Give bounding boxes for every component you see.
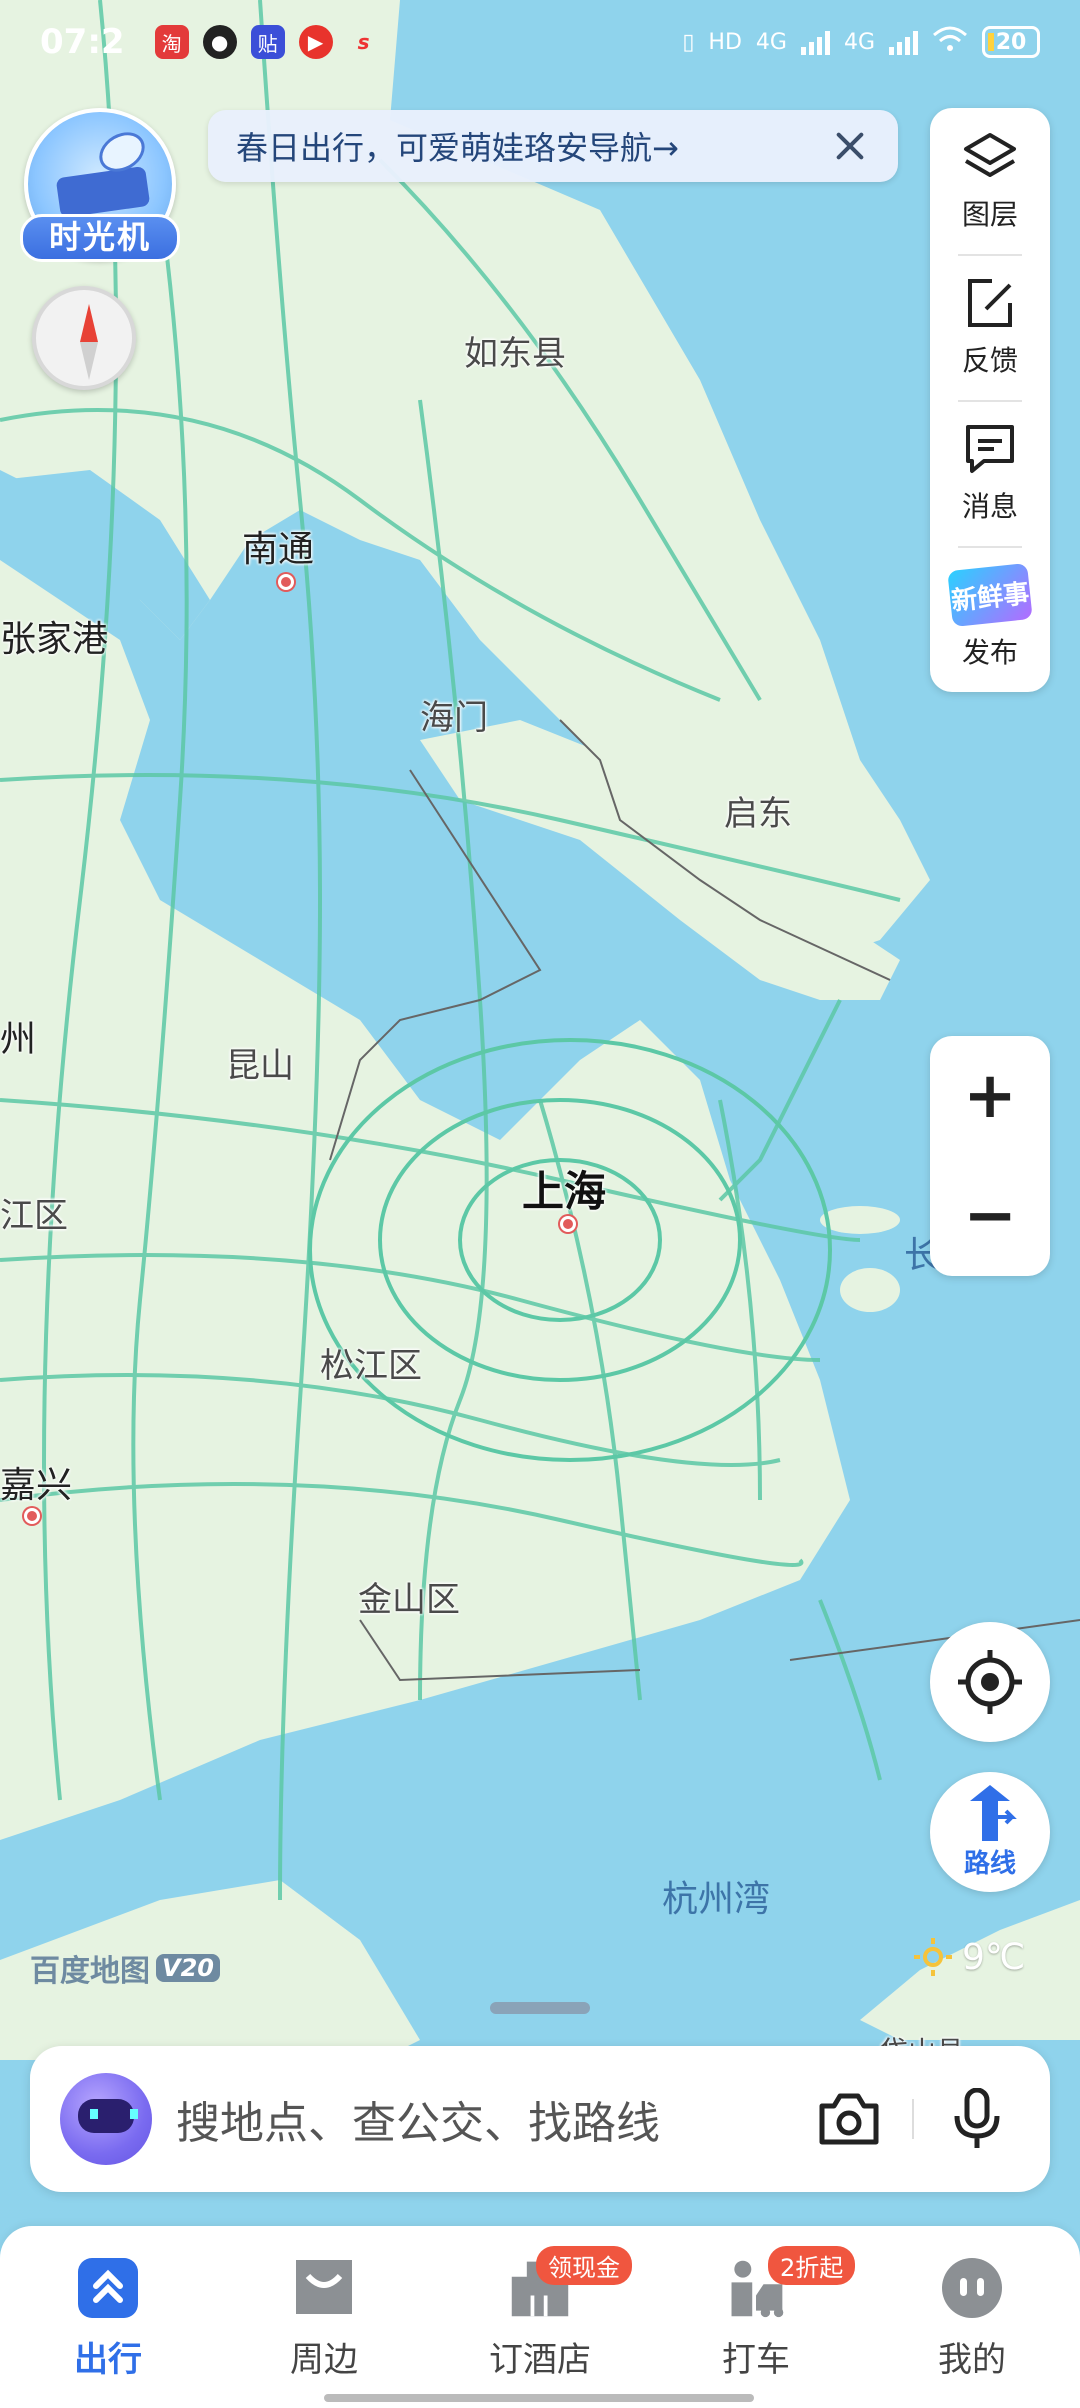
profile-icon xyxy=(940,2256,1004,2320)
map-label-jiangqu[interactable]: 江区 xyxy=(0,1188,68,1237)
compass-button[interactable] xyxy=(32,286,136,390)
city-dot-shanghai xyxy=(560,1216,576,1232)
route-label: 路线 xyxy=(963,1848,1016,1879)
time-machine-label: 时光机 xyxy=(20,214,180,262)
locate-button[interactable] xyxy=(930,1622,1050,1742)
message-icon xyxy=(962,421,1018,477)
taxi-promo-badge: 2折起 xyxy=(768,2246,856,2285)
publish-label: 发布 xyxy=(961,636,1018,669)
messages-button[interactable]: 消息 xyxy=(930,400,1050,546)
route-button[interactable]: 路线 xyxy=(930,1772,1050,1892)
publish-button[interactable]: 新鲜事 发布 xyxy=(930,546,1050,692)
zoom-in-button[interactable]: + xyxy=(930,1036,1050,1156)
penguin-app-icon: ● xyxy=(202,25,237,59)
map-label-songjiang[interactable]: 松江区 xyxy=(320,1338,422,1387)
hotel-promo-badge: 领现金 xyxy=(536,2246,632,2285)
map-label-kunshan[interactable]: 昆山 xyxy=(226,1038,294,1087)
sina-app-icon: s xyxy=(357,30,370,54)
hd-icon: HD xyxy=(708,29,742,55)
search-input[interactable]: 搜地点、查公交、找路线 xyxy=(176,2087,816,2151)
nav-tab-travel[interactable]: 出行 xyxy=(28,2256,188,2386)
map-label-zhou[interactable]: 州 xyxy=(0,1010,36,1062)
feedback-label: 反馈 xyxy=(961,344,1018,377)
temperature: 9℃ xyxy=(962,1936,1026,1978)
ai-assistant-avatar[interactable] xyxy=(60,2073,152,2165)
map-label-hangzhouwan: 杭州湾 xyxy=(662,1879,771,1920)
zoom-out-button[interactable]: − xyxy=(930,1156,1050,1276)
feedback-button[interactable]: 反馈 xyxy=(930,254,1050,400)
haze-icon xyxy=(914,1938,952,1976)
video-app-icon: ▶ xyxy=(298,25,333,59)
search-divider xyxy=(912,2099,914,2139)
close-icon[interactable] xyxy=(830,126,870,166)
promo-banner[interactable]: 春日出行，可爱萌娃珞安导航→ xyxy=(208,110,898,182)
nav-tab-nearby[interactable]: 周边 xyxy=(244,2256,404,2386)
nav-label: 订酒店 xyxy=(489,2340,591,2380)
nav-label: 周边 xyxy=(290,2340,358,2380)
nav-label: 出行 xyxy=(74,2340,142,2380)
nav-label: 打车 xyxy=(722,2340,790,2380)
network-label-1: 4G xyxy=(755,29,787,55)
promo-banner-text[interactable]: 春日出行，可爱萌娃珞安导航→ xyxy=(236,123,830,169)
status-bar: 07:2 淘 ● 贴 ▶ s ▯ HD 4G 4G 20 xyxy=(0,0,1080,84)
crosshair-icon xyxy=(958,1650,1022,1714)
city-dot-jiaxing xyxy=(24,1508,40,1524)
travel-icon xyxy=(76,2256,140,2320)
battery-level: 20 xyxy=(995,29,1027,55)
publish-badge: 新鲜事 xyxy=(949,578,1031,617)
route-arrow-icon xyxy=(970,1784,1017,1841)
nearby-icon xyxy=(292,2256,356,2320)
layers-button[interactable]: 图层 xyxy=(930,108,1050,254)
microphone-icon[interactable] xyxy=(944,2086,1010,2152)
brand-text: 百度地图 xyxy=(30,1954,150,1989)
panel-drag-handle[interactable] xyxy=(490,2002,590,2014)
compass-south-icon xyxy=(80,342,98,380)
map-label-haimen[interactable]: 海门 xyxy=(420,690,488,739)
layers-label: 图层 xyxy=(961,198,1018,231)
taobao-app-icon: 淘 xyxy=(154,25,189,59)
nav-tab-taxi[interactable]: 2折起 打车 xyxy=(676,2246,856,2386)
publish-icon: 新鲜事 xyxy=(947,562,1033,628)
map-label-zhangjiagang[interactable]: 张家港 xyxy=(0,610,108,662)
search-bar[interactable]: 搜地点、查公交、找路线 xyxy=(30,2046,1050,2192)
edit-icon xyxy=(962,275,1018,331)
battery-icon: 20 xyxy=(982,26,1040,58)
map-label-nantong[interactable]: 南通 xyxy=(242,520,314,572)
city-dot-nantong xyxy=(278,574,294,590)
map-tool-panel: 图层 反馈 消息 新鲜事 发布 xyxy=(930,108,1050,692)
time-machine-button[interactable]: 时光机 xyxy=(20,108,180,262)
camera-icon[interactable] xyxy=(816,2086,882,2152)
status-indicators: ▯ HD 4G 4G 20 xyxy=(682,25,1040,59)
network-label-2: 4G xyxy=(843,29,875,55)
nav-tab-profile[interactable]: 我的 xyxy=(892,2256,1052,2386)
compass-north-icon xyxy=(80,304,98,342)
map-label-shanghai[interactable]: 上海 xyxy=(522,1158,606,1219)
map-label-jiaxing[interactable]: 嘉兴 xyxy=(0,1456,72,1508)
layers-icon xyxy=(962,129,1018,185)
map-label-rudong[interactable]: 如东县 xyxy=(464,326,566,375)
nav-tab-hotel[interactable]: 领现金 订酒店 xyxy=(460,2246,632,2386)
wifi-icon xyxy=(932,25,968,59)
weather-widget[interactable]: 9℃ xyxy=(912,1936,1025,1978)
map-label-qidong[interactable]: 启东 xyxy=(724,786,792,835)
nav-label: 我的 xyxy=(938,2340,1006,2380)
map-label-jinshan[interactable]: 金山区 xyxy=(358,1572,460,1621)
bottom-navigation: 出行 周边 领现金 订酒店 2折起 打车 我的 xyxy=(0,2226,1080,2408)
baidu-map-logo: 百度地图 V20 xyxy=(30,1946,220,1990)
home-indicator[interactable] xyxy=(324,2394,754,2402)
vibrate-icon: ▯ xyxy=(682,29,695,55)
status-time: 07:2 xyxy=(40,22,125,62)
signal-icon xyxy=(800,29,830,55)
messages-label: 消息 xyxy=(961,490,1018,523)
tieba-app-icon: 贴 xyxy=(250,25,285,59)
version-badge: V20 xyxy=(156,1954,220,1982)
signal-icon-2 xyxy=(889,29,918,55)
zoom-panel: + − xyxy=(930,1036,1050,1276)
